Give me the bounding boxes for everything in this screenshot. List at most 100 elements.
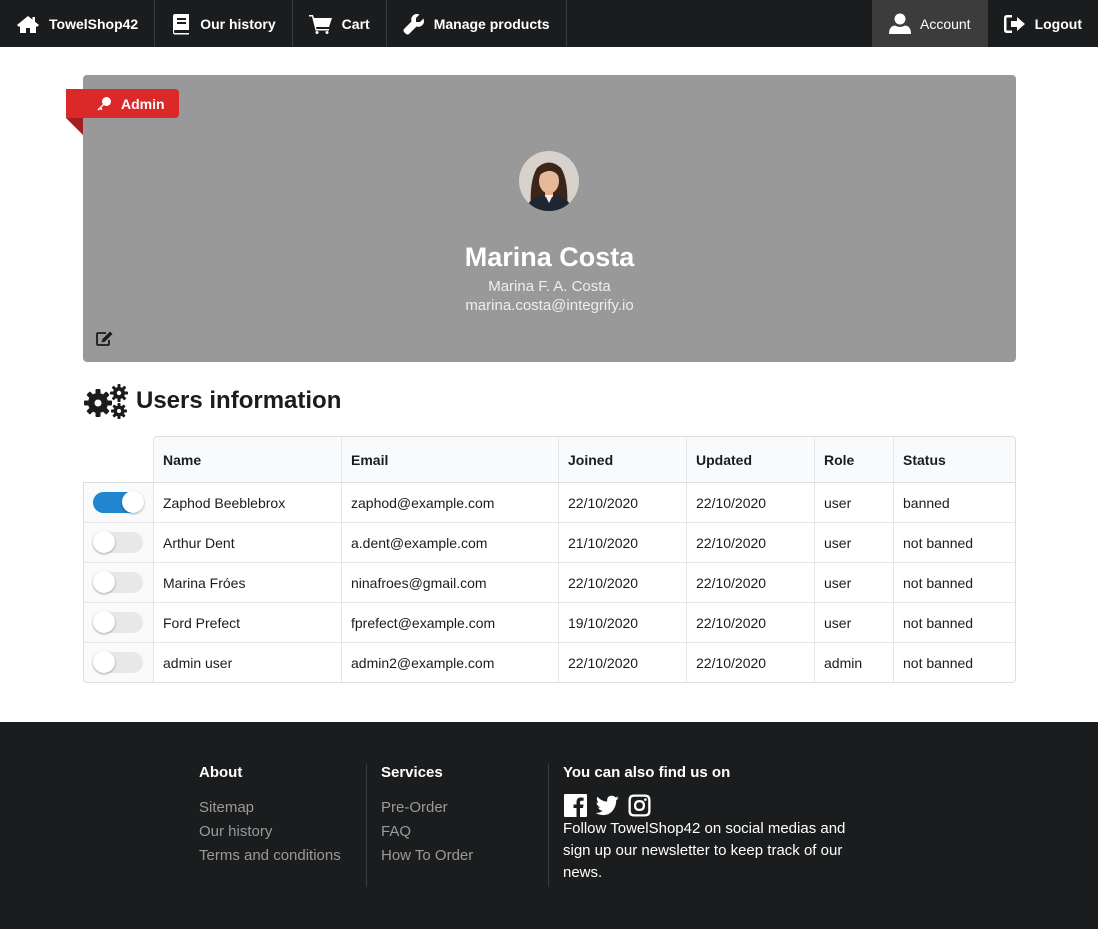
nav-cart-label: Cart xyxy=(341,15,370,32)
ban-toggle[interactable] xyxy=(93,531,143,553)
user-joined: 22/10/2020 xyxy=(558,643,686,683)
header-toggle-col xyxy=(83,436,153,483)
user-name: Marina Fróes xyxy=(153,563,341,603)
ban-toggle-cell xyxy=(83,563,153,603)
user-status: banned xyxy=(893,483,1016,523)
toggle-knob xyxy=(122,491,144,513)
home-icon xyxy=(17,15,39,33)
users-section-title: Users information xyxy=(136,387,342,414)
social-icons xyxy=(563,793,858,818)
book-icon xyxy=(173,13,190,34)
ban-toggle-cell xyxy=(83,643,153,683)
header-status[interactable]: Status xyxy=(893,436,1016,483)
nav-logout[interactable]: Logout xyxy=(986,0,1098,47)
user-updated: 22/10/2020 xyxy=(686,603,814,643)
user-email: a.dent@example.com xyxy=(341,523,558,563)
footer-link-terms[interactable]: Terms and conditions xyxy=(199,844,341,868)
user-name: admin user xyxy=(153,643,341,683)
profile-full-name: Marina F. A. Costa xyxy=(488,278,611,295)
nav-home[interactable]: TowelShop42 xyxy=(0,0,156,47)
footer-divider xyxy=(366,764,367,887)
user-role: user xyxy=(814,603,893,643)
footer-link-faq[interactable]: FAQ xyxy=(381,820,473,844)
twitter-icon[interactable] xyxy=(595,793,620,818)
admin-badge: Admin xyxy=(66,89,179,118)
users-section-header: Users information xyxy=(83,383,341,419)
user-joined: 22/10/2020 xyxy=(558,483,686,523)
ban-toggle[interactable] xyxy=(93,651,143,673)
nav-brand-label: TowelShop42 xyxy=(49,15,139,32)
ban-toggle[interactable] xyxy=(93,491,144,513)
user-email: zaphod@example.com xyxy=(341,483,558,523)
ban-toggle-cell xyxy=(83,523,153,563)
user-joined: 21/10/2020 xyxy=(558,523,686,563)
user-email: ninafroes@gmail.com xyxy=(341,563,558,603)
header-email[interactable]: Email xyxy=(341,436,558,483)
facebook-icon[interactable] xyxy=(563,793,588,818)
user-role: user xyxy=(814,523,893,563)
ban-toggle[interactable] xyxy=(93,571,143,593)
edit-icon xyxy=(96,331,113,346)
nav-manage-label: Manage products xyxy=(433,15,550,32)
user-role: user xyxy=(814,483,893,523)
avatar-image xyxy=(519,151,579,211)
top-navigation: TowelShop42 Our history Cart Manage prod… xyxy=(0,0,1098,47)
header-updated[interactable]: Updated xyxy=(686,436,814,483)
user-updated: 22/10/2020 xyxy=(686,523,814,563)
nav-cart[interactable]: Cart xyxy=(293,0,387,47)
profile-name: Marina Costa xyxy=(464,242,635,272)
header-name[interactable]: Name xyxy=(153,436,341,483)
nav-our-history[interactable]: Our history xyxy=(155,0,293,47)
footer: About Sitemap Our history Terms and cond… xyxy=(0,722,1098,929)
nav-manage-products[interactable]: Manage products xyxy=(387,0,567,47)
footer-link-pre-order[interactable]: Pre-Order xyxy=(381,796,473,820)
footer-link-our-history[interactable]: Our history xyxy=(199,820,341,844)
user-name: Zaphod Beeblebrox xyxy=(153,483,341,523)
ban-toggle[interactable] xyxy=(93,611,143,633)
wrench-icon xyxy=(403,13,424,34)
profile-email: marina.costa@integrify.io xyxy=(465,297,634,314)
nav-logout-label: Logout xyxy=(1034,15,1082,32)
nav-history-label: Our history xyxy=(200,15,276,32)
toggle-knob xyxy=(93,531,115,553)
nav-account-label: Account xyxy=(919,15,971,32)
avatar xyxy=(519,151,579,211)
footer-social: You can also find us on Follow TowelShop… xyxy=(563,764,858,884)
user-updated: 22/10/2020 xyxy=(686,563,814,603)
user-updated: 22/10/2020 xyxy=(686,643,814,683)
user-status: not banned xyxy=(893,603,1016,643)
user-icon xyxy=(888,13,911,34)
footer-about-title: About xyxy=(199,764,243,781)
footer-divider xyxy=(548,764,549,887)
user-status: not banned xyxy=(893,563,1016,603)
header-joined[interactable]: Joined xyxy=(558,436,686,483)
header-role[interactable]: Role xyxy=(814,436,893,483)
table-header-row: Name Email Joined Updated Role Status xyxy=(83,436,1016,483)
user-joined: 19/10/2020 xyxy=(558,603,686,643)
admin-badge-label: Admin xyxy=(121,95,165,112)
key-icon xyxy=(97,96,111,110)
ribbon-fold xyxy=(66,118,83,135)
edit-profile-button[interactable] xyxy=(96,331,113,351)
user-role: user xyxy=(814,563,893,603)
table-row: Arthur Dent a.dent@example.com 21/10/202… xyxy=(83,523,1016,563)
user-name: Arthur Dent xyxy=(153,523,341,563)
ban-toggle-cell xyxy=(83,603,153,643)
instagram-icon[interactable] xyxy=(627,793,652,818)
user-role: admin xyxy=(814,643,893,683)
table-row: Marina Fróes ninafroes@gmail.com 22/10/2… xyxy=(83,563,1016,603)
nav-account[interactable]: Account xyxy=(871,0,987,47)
footer-social-title: You can also find us on xyxy=(563,764,731,781)
user-email: admin2@example.com xyxy=(341,643,558,683)
user-joined: 22/10/2020 xyxy=(558,563,686,603)
footer-about: About Sitemap Our history Terms and cond… xyxy=(199,764,341,868)
toggle-knob xyxy=(93,571,115,593)
footer-link-how-to-order[interactable]: How To Order xyxy=(381,844,473,868)
user-email: fprefect@example.com xyxy=(341,603,558,643)
footer-services-title: Services xyxy=(381,764,443,781)
user-name: Ford Prefect xyxy=(153,603,341,643)
footer-link-sitemap[interactable]: Sitemap xyxy=(199,796,341,820)
ban-toggle-cell xyxy=(83,483,153,523)
cart-icon xyxy=(308,14,332,34)
